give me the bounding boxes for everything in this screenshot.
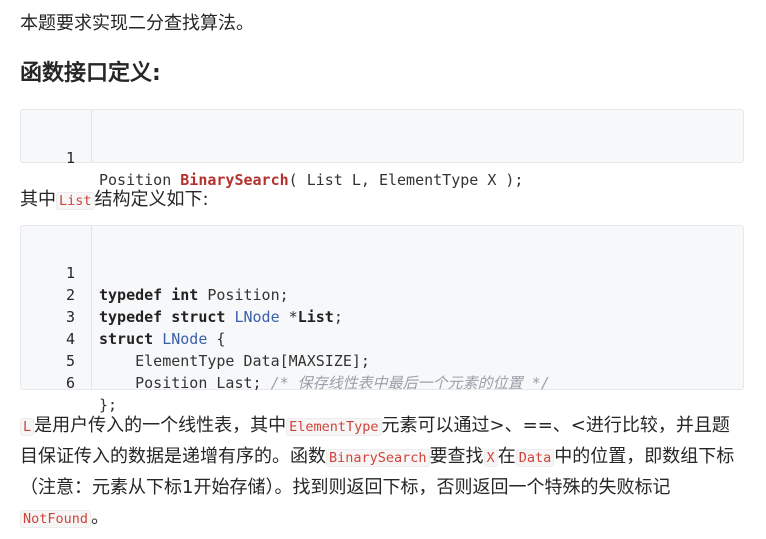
description-text: 要查找	[429, 446, 484, 467]
code-line: 6 };	[21, 350, 743, 414]
function-interface-heading: 函数接口定义:	[20, 61, 161, 86]
inline-code-data: Data	[515, 449, 555, 467]
description-paragraph: L 是用户传入的一个线性表，其中 ElementType 元素可以通过>、==、<进行…	[20, 411, 744, 534]
inline-code-x: X	[483, 449, 498, 467]
sentence-text: 结构定义如下:	[94, 189, 209, 210]
description-text: 。	[91, 507, 110, 528]
line-number: 6	[65, 374, 75, 392]
code-line: 1 Position BinarySearch( List L, Element…	[21, 125, 743, 189]
sentence-text: 其中	[20, 189, 56, 210]
code-comment: /* 保存线性表中最后一个元素的位置 */	[270, 374, 550, 392]
problem-page: 本题要求实现二分查找算法。 函数接口定义: 1 Position BinaryS…	[0, 0, 766, 539]
code-line: 3 struct LNode {	[21, 284, 743, 348]
interface-code-block: 1 Position BinarySearch( List L, Element…	[20, 109, 744, 189]
intro-text: 本题要求实现二分查找算法。	[20, 13, 254, 34]
list-structure-sentence: 其中 List 结构定义如下:	[20, 184, 209, 217]
inline-code-elementtype: ElementType	[286, 418, 382, 436]
inline-code-binarysearch: BinarySearch	[326, 449, 430, 467]
inline-code-list: List	[56, 192, 95, 210]
line-number: 1	[65, 149, 75, 167]
struct-code-block: 1 typedef int Position; 2 typedef struct…	[20, 225, 744, 414]
code-line: 1 typedef int Position;	[21, 240, 743, 304]
code-line: 5 Position Last; /* 保存线性表中最后一个元素的位置 */	[21, 328, 743, 392]
function-params: ( List L, ElementType X );	[288, 171, 524, 189]
code-rest: Position Last;	[99, 374, 271, 392]
code-line: 4 ElementType Data[MAXSIZE];	[21, 306, 743, 370]
inline-code-notfound: NotFound	[20, 510, 92, 528]
description-text: 是用户传入的一个线性表，其中	[34, 415, 287, 436]
code-line: 2 typedef struct LNode *List;	[21, 262, 743, 326]
code-text: Position Last; /* 保存线性表中最后一个元素的位置 */	[99, 372, 550, 394]
description-text: 在	[497, 446, 516, 467]
inline-code-l: L	[20, 418, 35, 436]
